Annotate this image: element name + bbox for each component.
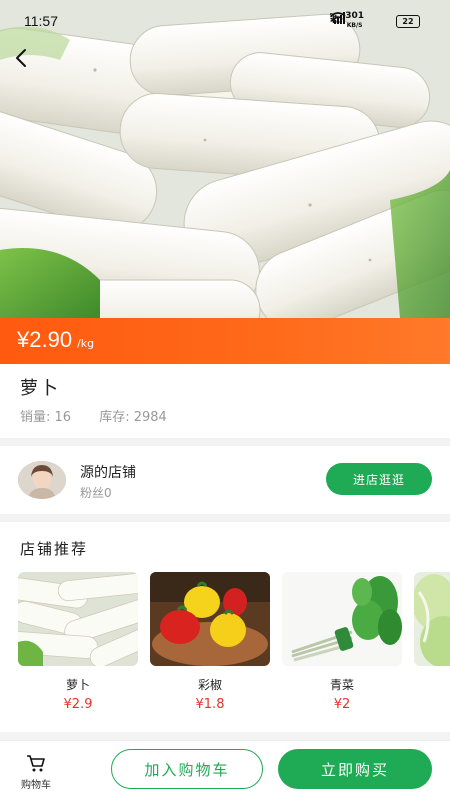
greens-thumbnail[interactable] xyxy=(282,572,402,666)
recommend-item-name: 萝卜 xyxy=(65,678,90,692)
svg-text:5G: 5G xyxy=(330,13,337,19)
cabbage-thumbnail[interactable] xyxy=(414,572,450,666)
sales-count: 销量: 16 xyxy=(20,410,72,425)
chevron-left-icon xyxy=(16,49,26,67)
buy-now-button[interactable]: 立即购买 xyxy=(278,749,432,789)
product-info-card: 萝卜 销量: 16 库存: 2984 xyxy=(0,364,450,438)
recommend-item-name: 彩椒 xyxy=(197,678,222,692)
enter-shop-button[interactable]: 进店逛逛 xyxy=(326,463,432,495)
recommend-item-price: ¥2 xyxy=(333,697,351,712)
recommend-item[interactable]: 萝卜 ¥2.9 xyxy=(18,572,138,712)
recommend-item[interactable]: 彩椒 ¥1.8 xyxy=(150,572,270,712)
product-hero-image: 11:57 ✱ 301 KB/S 5G 5G 22 xyxy=(0,0,450,318)
recommend-title: 店铺推荐 xyxy=(20,540,89,558)
shop-card[interactable]: 源的店铺 粉丝0 进店逛逛 xyxy=(0,446,450,514)
cart-icon xyxy=(27,755,45,772)
cart-label: 购物车 xyxy=(21,780,51,791)
recommend-item-price: ¥1.8 xyxy=(195,697,225,712)
product-price: ¥2.90 xyxy=(17,327,73,352)
battery-icon: 22 xyxy=(396,14,420,28)
bottom-action-bar: 购物车 加入购物车 立即购买 xyxy=(0,740,450,801)
recommend-item-name: 青菜 xyxy=(329,678,354,692)
product-name: 萝卜 xyxy=(20,378,60,399)
price-unit: /kg xyxy=(77,337,95,350)
stock-count: 库存: 2984 xyxy=(99,410,167,425)
recommend-item-partial[interactable] xyxy=(414,572,450,666)
network-speed: 301 KB/S xyxy=(345,11,364,30)
pepper-thumbnail[interactable] xyxy=(150,572,270,666)
price-bar: ¥2.90 /kg xyxy=(0,318,450,364)
radish-thumbnail[interactable] xyxy=(18,572,138,666)
status-time: 11:57 xyxy=(24,13,58,29)
recommend-item[interactable]: 青菜 ¥2 xyxy=(282,572,402,712)
cart-tab[interactable]: 购物车 xyxy=(12,753,60,791)
status-bar: 11:57 ✱ 301 KB/S 5G 5G 22 xyxy=(0,0,450,40)
recommend-item-price: ¥2.9 xyxy=(63,697,93,712)
shop-name[interactable]: 源的店铺 xyxy=(80,462,136,482)
shop-fans: 粉丝0 xyxy=(80,486,112,500)
shop-avatar[interactable] xyxy=(18,461,66,499)
shop-recommend-section: 店铺推荐 萝卜 ¥2.9 彩椒 ¥1.8 青菜 ¥2 xyxy=(0,522,450,732)
back-button[interactable] xyxy=(14,48,46,80)
add-to-cart-button[interactable]: 加入购物车 xyxy=(111,749,263,789)
